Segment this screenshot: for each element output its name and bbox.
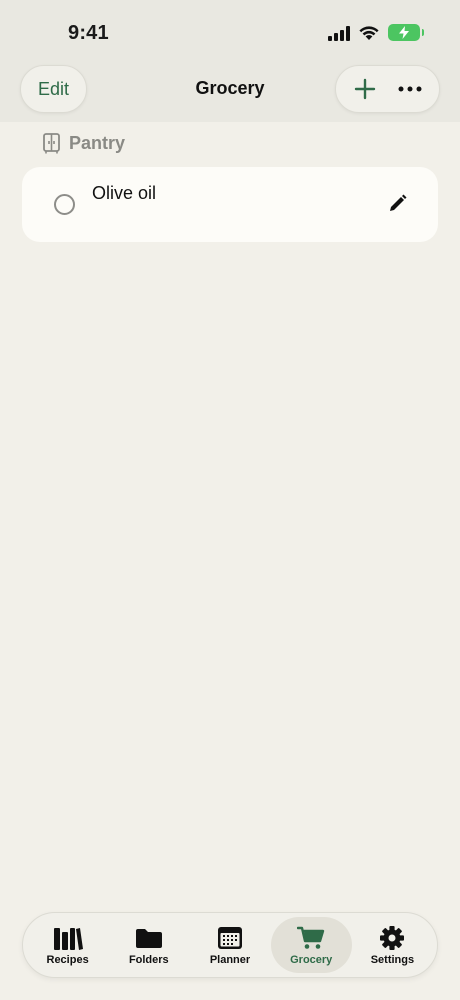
calendar-icon [218,926,242,949]
tab-folders[interactable]: Folders [108,917,189,973]
tab-label: Folders [128,953,169,966]
tab-recipes[interactable]: Recipes [27,917,108,973]
tab-planner[interactable]: Planner [189,917,270,973]
item-checkbox[interactable] [54,194,75,215]
pencil-icon [390,194,407,211]
item-name: Olive oil [92,183,157,203]
wifi-icon [359,26,379,40]
battery-charging-icon [388,24,424,41]
tab-settings[interactable]: Settings [352,917,433,973]
list-item[interactable]: Olive oil [22,167,438,242]
grocery-screen: 9:41 Edit Grocery Pantry Olive oil Recip… [0,0,460,1000]
navigation-bar: Edit Grocery [0,62,460,122]
more-options-button[interactable] [390,69,430,109]
folder-icon [135,928,162,948]
cellular-signal-icon [328,25,350,41]
section-label: Pantry [69,133,126,153]
tab-label: Grocery [290,953,333,966]
status-time: 9:41 [68,22,109,44]
cart-icon [297,926,325,949]
pantry-cabinet-icon [43,133,60,154]
status-bar: 9:41 [0,0,460,62]
add-item-button[interactable] [345,69,385,109]
nav-actions-group [335,65,440,113]
tab-bar: Recipes Folders Planner Grocery Settings [22,912,438,978]
gear-icon [380,925,405,950]
section-header-pantry: Pantry [43,133,125,154]
books-icon [53,927,83,950]
tab-label: Planner [209,953,251,966]
tab-label: Settings [370,953,415,966]
status-icons [328,24,424,41]
tab-grocery[interactable]: Grocery [270,917,352,973]
edit-item-button[interactable] [386,193,408,215]
tab-label: Recipes [46,953,89,966]
plus-icon [354,78,375,100]
more-dots-icon [398,86,422,92]
